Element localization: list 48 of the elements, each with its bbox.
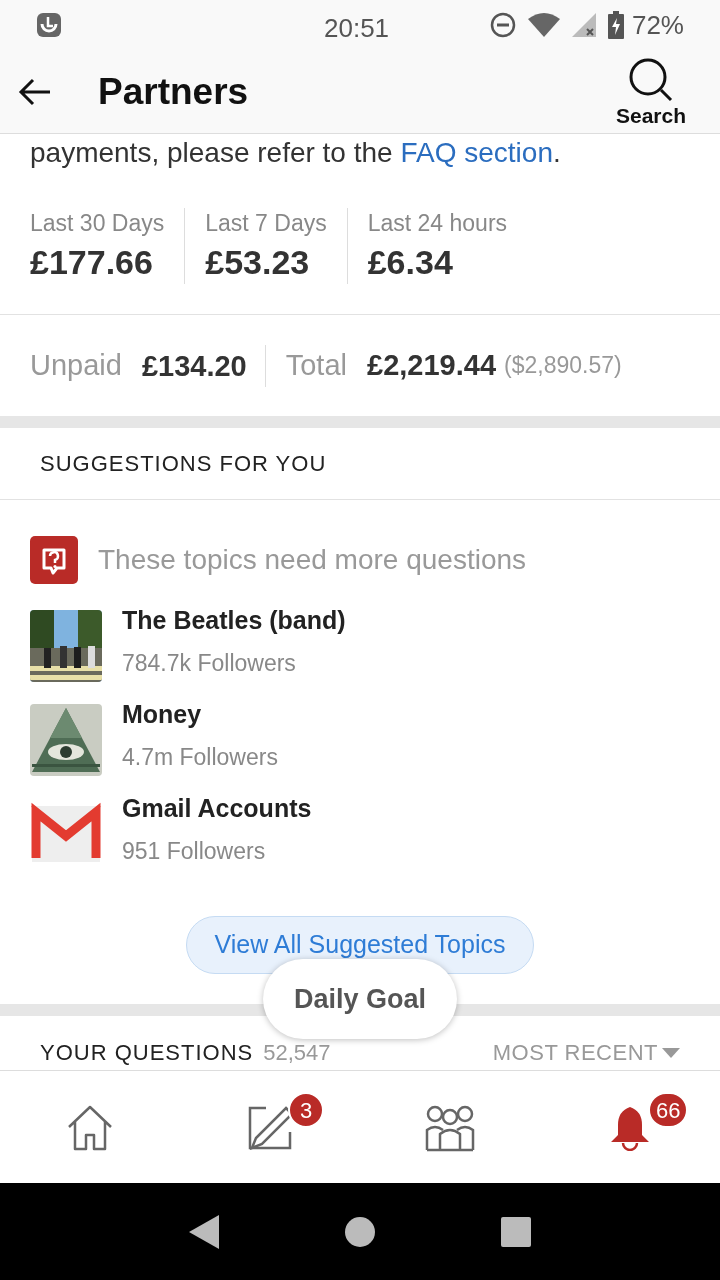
- stat-value: £177.66: [30, 242, 154, 283]
- people-icon: [425, 1103, 475, 1152]
- recents-icon[interactable]: [501, 1216, 531, 1247]
- signal-icon: [571, 13, 596, 37]
- stat-label: Last 24 hours: [367, 209, 508, 238]
- page-title: Partners: [98, 69, 249, 114]
- notification-icon: [36, 12, 62, 38]
- suggestion-prompt: These topics need more questions: [98, 543, 527, 577]
- bell-icon: [610, 1104, 650, 1151]
- pencil-square-icon: [248, 1105, 292, 1150]
- total-usd: ($2,890.57): [504, 351, 622, 381]
- home-circle-icon[interactable]: [345, 1216, 375, 1247]
- do-not-disturb-icon: [489, 12, 516, 38]
- stat-label: Last 7 Days: [205, 209, 327, 238]
- question-icon: [30, 536, 78, 584]
- topic-name[interactable]: The Beatles (band): [122, 604, 346, 636]
- battery-level: 72%: [631, 8, 684, 42]
- info-text: payments, please refer to the FAQ section.: [30, 136, 561, 170]
- caret-icon: [662, 1047, 680, 1058]
- back-icon[interactable]: [189, 1214, 219, 1249]
- stat-value: £53.23: [205, 242, 311, 283]
- notification-badge: 66: [648, 1092, 689, 1128]
- follower-count: 951 Followers: [122, 837, 267, 866]
- search-button[interactable]: Search: [615, 57, 686, 126]
- section-heading: YOUR QUESTIONS: [40, 1039, 254, 1067]
- follower-count: 4.7m Followers: [122, 743, 278, 772]
- daily-goal-toast[interactable]: Daily Goal: [263, 959, 457, 1039]
- nav-tab[interactable]: 66: [540, 1072, 720, 1183]
- question-count: 52,547: [263, 1039, 331, 1067]
- faq-link[interactable]: FAQ section: [400, 137, 553, 168]
- topic-name[interactable]: Money: [122, 698, 278, 730]
- total-label: Total: [285, 347, 347, 383]
- wifi-icon: [527, 13, 560, 37]
- stat-value: £6.34: [367, 242, 454, 283]
- topic-name[interactable]: Gmail Accounts: [122, 792, 312, 824]
- clock: 20:51: [324, 12, 390, 45]
- follower-count: 784.7k Followers: [122, 649, 297, 678]
- section-heading: SUGGESTIONS FOR YOU: [40, 450, 327, 478]
- search-icon: [627, 57, 674, 103]
- notification-badge: 3: [288, 1092, 324, 1128]
- unpaid-amount: £134.20: [141, 344, 266, 387]
- home-icon: [66, 1104, 114, 1151]
- back-arrow-icon: [18, 76, 52, 107]
- unpaid-label: Unpaid: [30, 347, 122, 383]
- total-amount: £2,219.44: [367, 347, 496, 383]
- battery-icon: [607, 11, 624, 39]
- stat-label: Last 30 Days: [30, 209, 165, 238]
- nav-tab[interactable]: 3: [180, 1072, 360, 1183]
